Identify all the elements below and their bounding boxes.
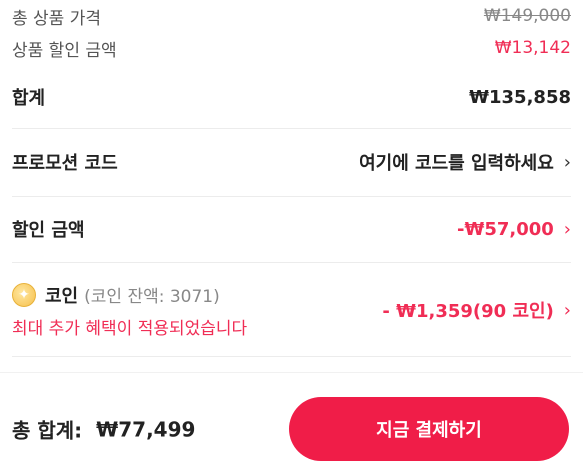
coin-row[interactable]: ✦ 코인 (코인 잔액: 3071) 최대 추가 혜택이 적용되었습니다 - ₩… (12, 280, 571, 340)
promo-code-placeholder: 여기에 코드를 입력하세요 (359, 153, 554, 174)
divider (12, 196, 571, 197)
coin-benefit-note: 최대 추가 혜택이 적용되었습니다 (12, 318, 248, 339)
discount-value: -₩57,000 (457, 218, 554, 240)
coin-label: 코인 (45, 285, 79, 307)
coin-value: - ₩1,359(90 코인) (382, 301, 554, 322)
chevron-right-icon: › (563, 218, 571, 240)
promo-code-row[interactable]: 프로모션 코드 여기에 코드를 입력하세요 › (12, 145, 571, 179)
coin-balance: (코인 잔액: 3071) (84, 287, 220, 307)
chevron-right-icon: › (563, 151, 571, 173)
coin-entry[interactable]: - ₩1,359(90 코인) › (382, 297, 571, 323)
divider (12, 356, 571, 357)
discount-label: 할인 금액 (12, 220, 85, 241)
pay-now-button[interactable]: 지금 결제하기 (289, 397, 569, 461)
grand-total-value: ₩77,499 (96, 417, 196, 441)
promo-code-entry[interactable]: 여기에 코드를 입력하세요 › (359, 149, 571, 175)
original-price-value: ₩149,000 (483, 6, 571, 26)
coin-info: ✦ 코인 (코인 잔액: 3071) 최대 추가 혜택이 적용되었습니다 (12, 282, 247, 339)
discount-row[interactable]: 할인 금액 -₩57,000 › (12, 212, 571, 246)
divider (12, 262, 571, 263)
subtotal-value: ₩135,858 (469, 86, 571, 108)
product-discount-value: ₩13,142 (494, 38, 571, 58)
coin-title: ✦ 코인 (코인 잔액: 3071) (12, 282, 247, 308)
original-price-row: 총 상품 가격 ₩149,000 (12, 3, 571, 29)
grand-total-label: 총 합계: (12, 418, 83, 443)
promo-code-label: 프로모션 코드 (12, 153, 118, 174)
product-discount-label: 상품 할인 금액 (12, 40, 117, 61)
divider (12, 128, 571, 129)
original-price-label: 총 상품 가격 (12, 8, 102, 29)
chevron-right-icon: › (563, 299, 571, 321)
discount-entry[interactable]: -₩57,000 › (457, 219, 571, 240)
subtotal-label: 합계 (12, 88, 46, 109)
product-discount-row: 상품 할인 금액 ₩13,142 (12, 35, 571, 61)
subtotal-row: 합계 ₩135,858 (12, 82, 571, 112)
checkout-bar: 총 합계: ₩77,499 지금 결제하기 (0, 372, 583, 467)
grand-total: 총 합계: ₩77,499 (12, 415, 195, 444)
coin-icon: ✦ (12, 282, 36, 307)
